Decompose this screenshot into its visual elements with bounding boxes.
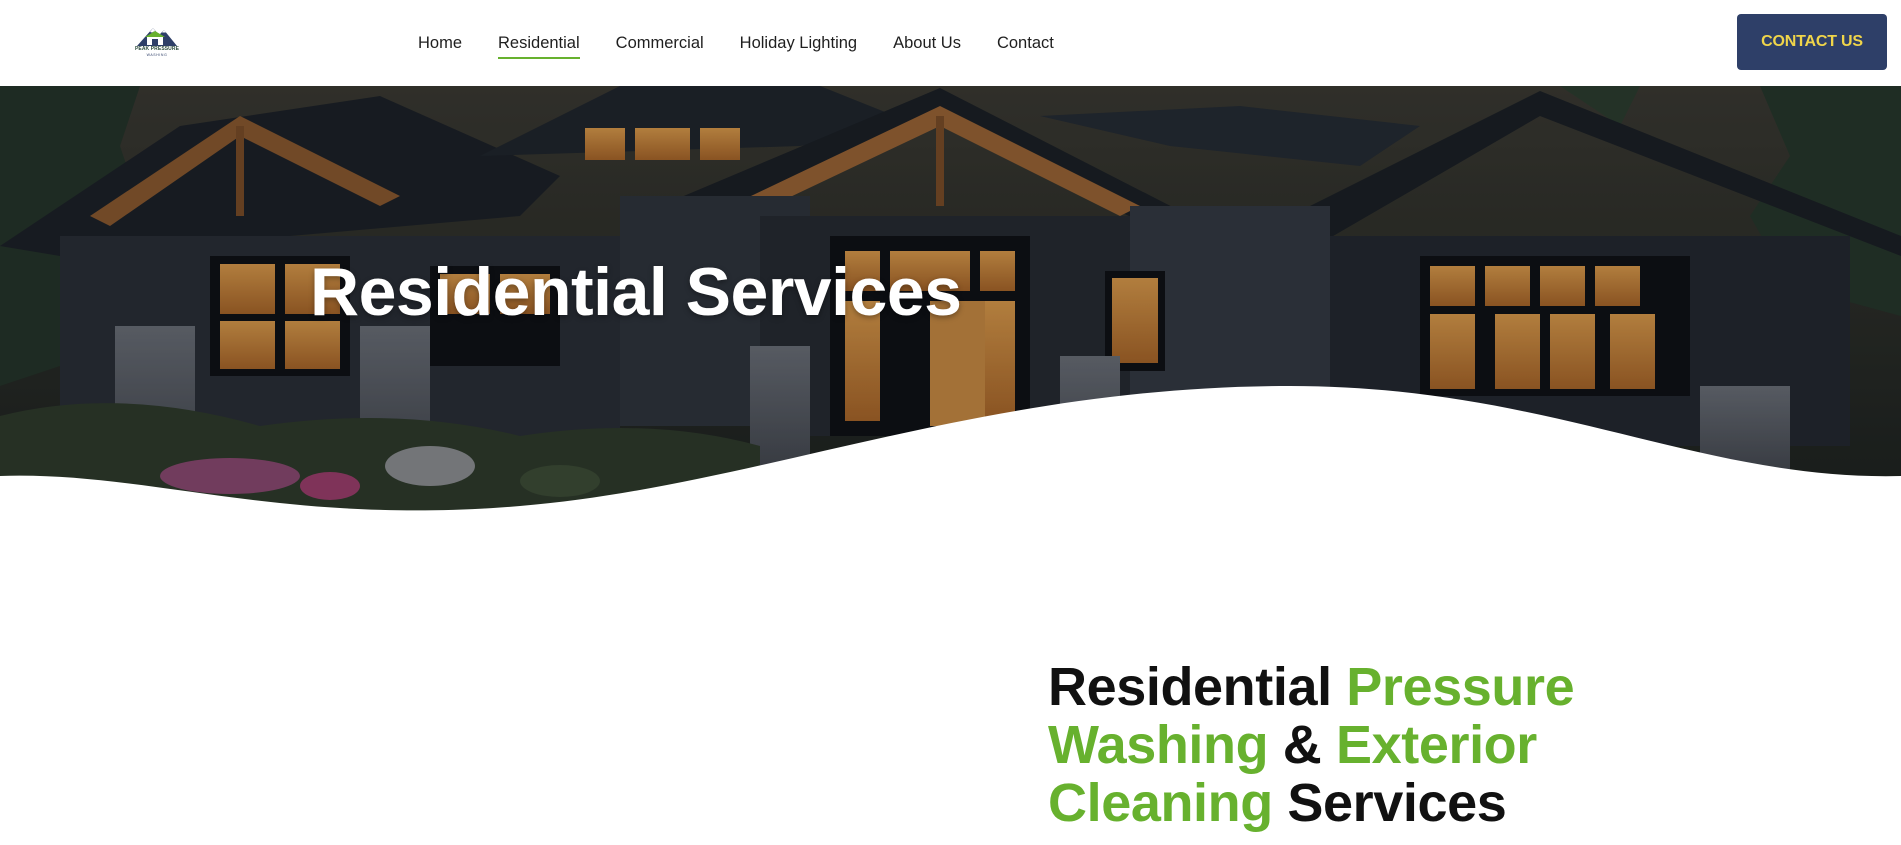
nav-residential[interactable]: Residential bbox=[498, 28, 580, 59]
hero-banner: Residential Services bbox=[0, 86, 1901, 526]
heading-part-residential: Residential bbox=[1048, 657, 1347, 717]
heading-part-services: Services bbox=[1272, 773, 1507, 833]
site-header: PEAK PRESSURE WASHING Home Residential C… bbox=[0, 0, 1901, 86]
nav-commercial[interactable]: Commercial bbox=[616, 28, 704, 59]
mountain-logo-icon bbox=[137, 28, 177, 46]
site-logo[interactable]: PEAK PRESSURE WASHING bbox=[133, 24, 181, 60]
hero-title: Residential Services bbox=[310, 254, 962, 330]
nav-about-us[interactable]: About Us bbox=[893, 28, 961, 59]
nav-contact[interactable]: Contact bbox=[997, 28, 1054, 59]
logo-subtext: WASHING bbox=[146, 53, 168, 57]
section-heading: Residential Pressure Washing & Exterior … bbox=[1048, 658, 1608, 832]
heading-part-ampersand: & bbox=[1268, 715, 1336, 775]
nav-holiday-lighting[interactable]: Holiday Lighting bbox=[740, 28, 857, 59]
logo-text: PEAK PRESSURE bbox=[134, 46, 180, 52]
nav-home[interactable]: Home bbox=[418, 28, 462, 59]
contact-us-button[interactable]: CONTACT US bbox=[1737, 14, 1887, 70]
main-nav: Home Residential Commercial Holiday Ligh… bbox=[418, 0, 1090, 86]
